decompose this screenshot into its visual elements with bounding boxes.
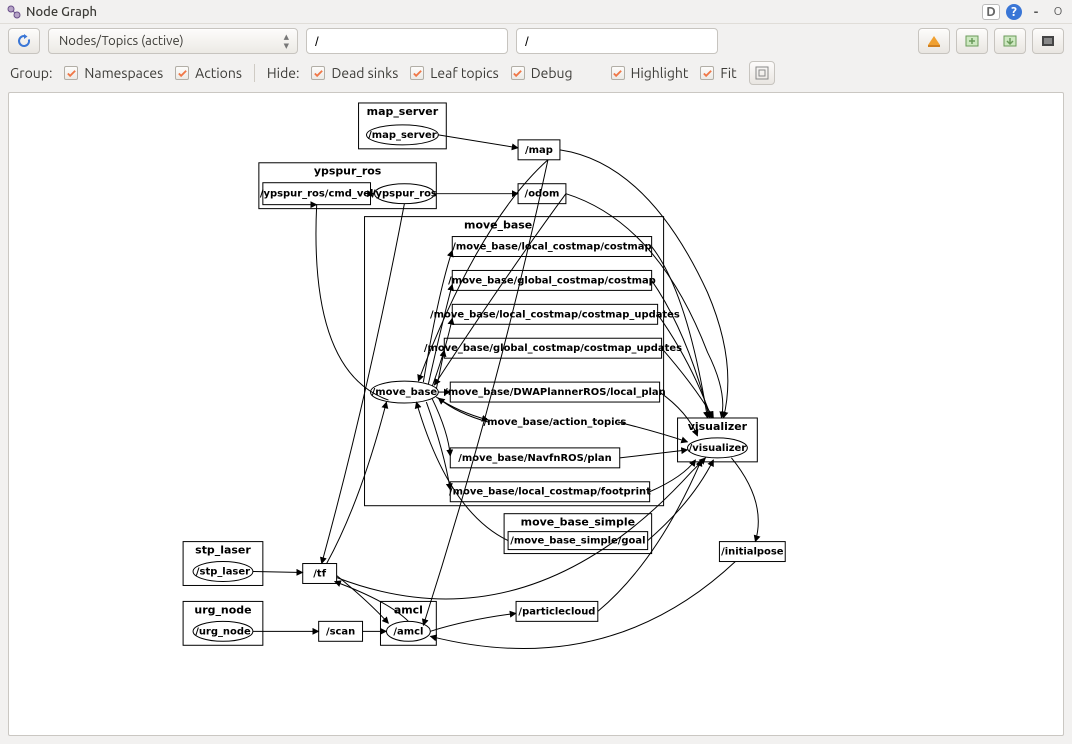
topic-action-topics: /move_base/action_topics [484,417,627,428]
select-value: Nodes/Topics (active) [59,34,184,48]
options-toolbar: Group: Namespaces Actions Hide: Dead sin… [0,58,1072,88]
svg-text:/urg_node: /urg_node [195,626,251,637]
svg-text:/stp_laser: /stp_laser [196,567,250,578]
svg-text:/map: /map [525,145,553,156]
namespaces-checkbox[interactable]: Namespaces [64,65,163,81]
help-icon[interactable]: ? [1006,4,1022,20]
leaf-topics-checkbox[interactable]: Leaf topics [410,65,498,81]
highlight-checkbox[interactable]: Highlight [611,65,689,81]
svg-text:/scan: /scan [326,626,355,637]
svg-text:/map_server: /map_server [368,130,437,141]
window-title: Node Graph [26,5,982,19]
svg-text:/move_base/DWAPlannerROS/local: /move_base/DWAPlannerROS/local_plan [444,387,665,398]
svg-text:/initialpose: /initialpose [721,547,784,558]
app-icon [6,4,22,20]
debug-checkbox[interactable]: Debug [511,65,573,81]
d-badge[interactable]: D [982,4,1000,20]
svg-text:/move_base: /move_base [372,387,438,398]
group-map-server-label: map_server [367,105,439,118]
svg-text:amcl: amcl [394,603,423,616]
svg-text:/ypspur_ros/cmd_vel: /ypspur_ros/cmd_vel [260,189,374,200]
svg-text:urg_node: urg_node [194,603,251,616]
svg-text:move_base: move_base [464,219,532,232]
svg-text:/tf: /tf [313,568,326,579]
svg-text:stp_laser: stp_laser [195,544,251,557]
node-filter-input[interactable] [306,28,508,54]
fit-button[interactable] [749,61,775,85]
svg-text:/move_base_simple/goal: /move_base_simple/goal [510,536,645,547]
group-label: Group: [10,65,52,81]
svg-text:/move_base/local_costmap/costm: /move_base/local_costmap/costmap_updates [430,309,680,320]
svg-text:/visualizer: /visualizer [689,443,747,454]
topic-filter-input[interactable] [516,28,718,54]
hide-label: Hide: [267,65,300,81]
svg-text:/move_base/global_costmap/cost: /move_base/global_costmap/costmap [448,275,656,286]
svg-text:visualizer: visualizer [688,420,748,433]
maximize-button[interactable]: O [1050,4,1066,20]
titlebar: Node Graph D ? - O [0,0,1072,24]
svg-text:move_base_simple: move_base_simple [521,516,635,529]
spin-icon: ▲▼ [284,33,289,50]
graph-canvas[interactable]: map_server /map_server /map ypspur_ros /… [8,92,1064,736]
svg-text:/particlecloud: /particlecloud [518,606,595,617]
svg-text:/move_base/global_costmap/cost: /move_base/global_costmap/costmap_update… [424,343,682,354]
actions-checkbox[interactable]: Actions [175,65,242,81]
svg-text:/odom: /odom [525,189,560,200]
svg-text:/amcl: /amcl [393,626,423,637]
main-toolbar: Nodes/Topics (active) ▲▼ [0,24,1072,58]
svg-text:ypspur_ros: ypspur_ros [314,165,381,178]
refresh-button[interactable] [8,28,40,54]
minimize-button[interactable]: - [1028,4,1044,20]
dead-sinks-checkbox[interactable]: Dead sinks [311,65,398,81]
svg-text:/move_base/local_costmap/footp: /move_base/local_costmap/footprint [449,487,651,498]
right-iconbar [918,28,1064,54]
save-image-button[interactable] [994,28,1026,54]
graph-mode-select[interactable]: Nodes/Topics (active) ▲▼ [48,28,298,54]
separator [254,64,255,82]
load-dot-button[interactable] [956,28,988,54]
screenshot-button[interactable] [1032,28,1064,54]
save-dot-button[interactable] [918,28,950,54]
svg-text:/move_base/NavfnROS/plan: /move_base/NavfnROS/plan [458,453,611,464]
svg-text:/ypspur_ros: /ypspur_ros [372,189,437,200]
fit-checkbox[interactable]: Fit [700,65,736,81]
